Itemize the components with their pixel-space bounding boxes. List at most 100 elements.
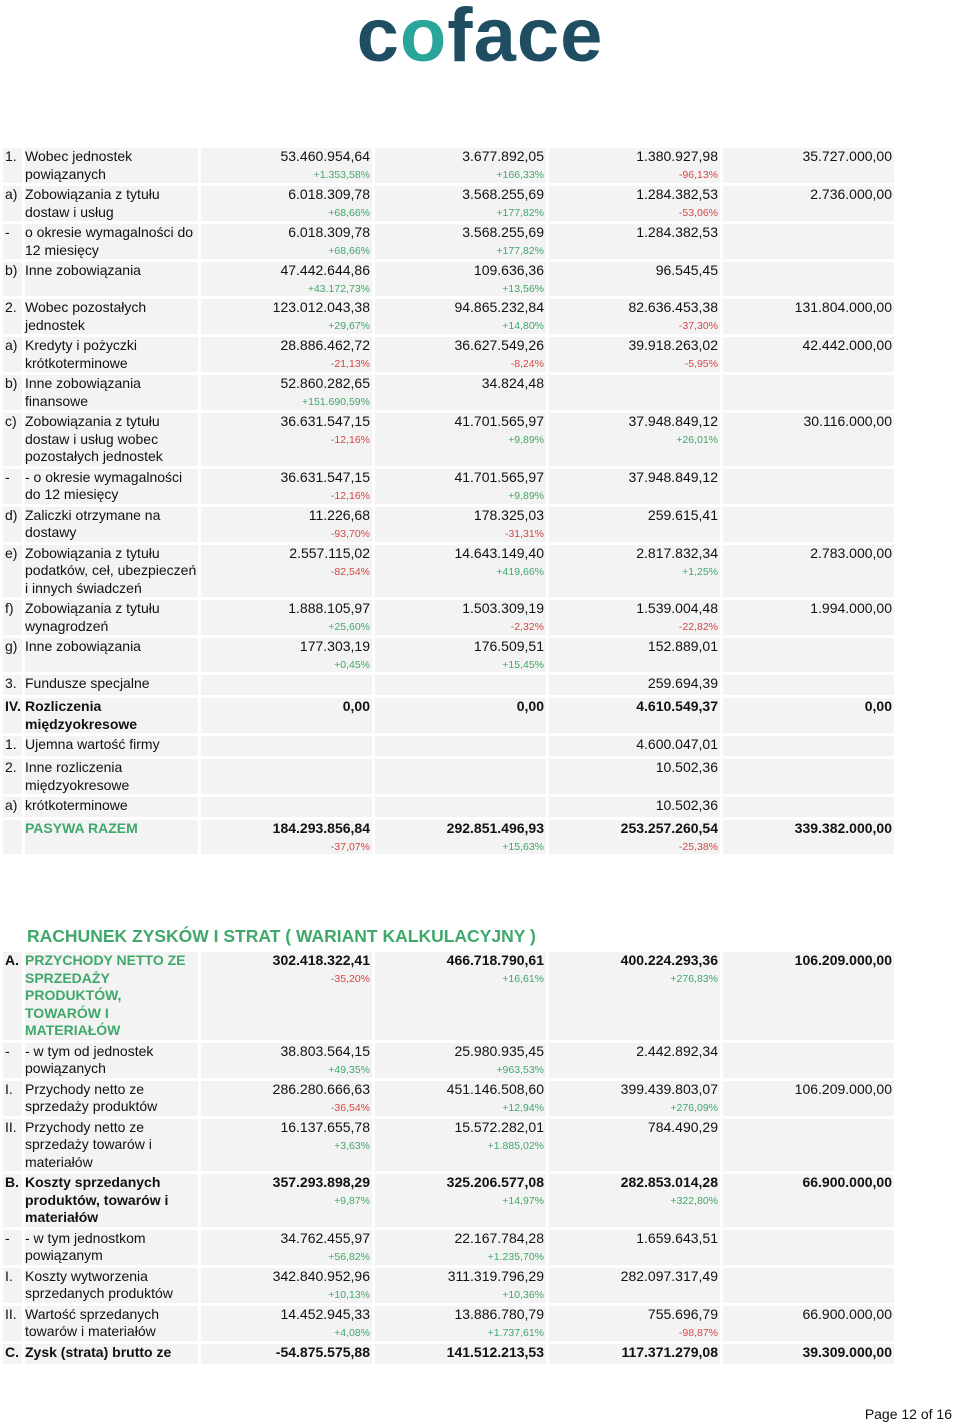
section-title: RACHUNEK ZYSKÓW I STRAT ( WARIANT KALKUL… <box>27 926 536 946</box>
amount: 0,00 <box>864 698 892 714</box>
value-cell: 37.948.849,12 <box>549 468 723 507</box>
value-cell: 259.615,41 <box>549 506 723 545</box>
value-cell: 41.701.565,97 +9,89% <box>375 413 549 469</box>
change-percent: +276,83% <box>670 973 718 985</box>
row-marker: I. <box>3 1080 25 1119</box>
table-row: 1. Wobec jednostek powiązanych 53.460.954,… <box>3 148 897 186</box>
row-label: Zobowiązania z tytułu podatków, ceł, ube… <box>25 544 201 600</box>
amount: 339.382.000,00 <box>794 820 892 836</box>
amount: 41.701.565,97 <box>454 468 544 485</box>
table-row: C. Zysk (strata) brutto ze -54.875.575,88 1… <box>3 1343 897 1367</box>
amount: 10.502,36 <box>655 759 718 775</box>
value-cell <box>201 736 375 759</box>
value-cell: 35.727.000,00 <box>723 148 897 186</box>
row-marker: b) <box>3 262 25 299</box>
row-marker: B. <box>3 1174 25 1230</box>
value-cell: 39.918.263,02 -5,95% <box>549 337 723 375</box>
value-cell: 253.257.260,54 -25,38% <box>549 820 723 857</box>
table-row: A. PRZYCHODY NETTO ZE SPRZEDAŻY PRODUKTÓW… <box>3 952 897 1043</box>
value-cell: 14.643.149,40 +419,66% <box>375 544 549 600</box>
change-percent: +15,63% <box>502 841 544 853</box>
change-percent: +419,66% <box>496 565 544 578</box>
value-cell: 292.851.496,93 +15,63% <box>375 820 549 857</box>
value-cell: 6.018.309,78 +68,66% <box>201 224 375 262</box>
row-marker: c) <box>3 413 25 469</box>
amount: 109.636,36 <box>473 262 544 278</box>
change-percent: -25,38% <box>678 841 718 853</box>
change-percent: +9,87% <box>334 1195 370 1207</box>
row-label: Wartość sprzedanych towarów i materiałów <box>25 1305 201 1344</box>
amount: 131.804.000,00 <box>794 299 892 315</box>
value-cell <box>723 1042 897 1081</box>
change-percent <box>549 279 718 282</box>
value-cell <box>723 468 897 507</box>
change-percent <box>201 759 370 762</box>
amount: 141.512.213,53 <box>446 1343 544 1360</box>
value-cell: 302.418.322,41 -35,20% <box>201 952 375 1043</box>
change-percent: -2,32% <box>510 621 544 633</box>
value-cell: 0,00 <box>375 698 549 736</box>
change-percent <box>549 1285 718 1288</box>
row-marker: 1. <box>3 736 25 759</box>
row-label: krótkoterminowe <box>25 797 201 820</box>
amount: 11.226,68 <box>308 506 370 523</box>
row-marker: - <box>3 468 25 507</box>
row-marker: d) <box>3 506 25 545</box>
value-cell: 1.659.643,51 <box>549 1229 723 1268</box>
value-cell: 1.539.004,48 -22,82% <box>549 600 723 638</box>
amount: 6.018.309,78 <box>288 224 370 240</box>
value-cell <box>723 736 897 759</box>
amount: 30.116.000,00 <box>803 413 893 429</box>
amount: 3.568.255,69 <box>462 186 544 202</box>
value-cell <box>723 675 897 698</box>
amount: 34.824,48 <box>481 375 544 391</box>
value-cell: 16.137.655,78 +3,63% <box>201 1118 375 1174</box>
value-cell <box>201 759 375 797</box>
change-percent: +9,89% <box>508 434 544 446</box>
row-marker: a) <box>3 797 25 820</box>
row-label: Koszty wytworzenia sprzedanych produktów <box>25 1267 201 1306</box>
value-cell <box>549 375 723 413</box>
change-percent <box>549 692 718 695</box>
value-cell: 3.568.255,69 +177,82% <box>375 224 549 262</box>
amount: 94.865.232,84 <box>454 299 544 315</box>
amount: 1.380.927,98 <box>636 148 718 164</box>
amount: 1.888.105,97 <box>288 600 370 616</box>
change-percent: +68,66% <box>328 207 370 219</box>
amount: 1.503.309,19 <box>462 600 544 616</box>
amount: 36.627.549,26 <box>454 337 544 353</box>
table-row: -- o okresie wymagalności do 12 miesięcy… <box>3 468 897 507</box>
value-cell: -54.875.575,88 <box>201 1343 375 1367</box>
row-label: Wobec jednostek powiązanych <box>25 148 201 186</box>
amount: 36.631.547,15 <box>280 413 370 429</box>
change-percent: +26,01% <box>676 434 718 446</box>
amount: 3.568.255,69 <box>462 224 544 240</box>
row-label: Przychody netto ze sprzedaży towarów i m… <box>25 1118 201 1174</box>
value-cell: 106.209.000,00 <box>723 1080 897 1119</box>
row-marker: a) <box>3 186 25 224</box>
value-cell: 3.677.892,05 +166,33% <box>375 148 549 186</box>
value-cell: 2.736.000,00 <box>723 186 897 224</box>
amount: 96.545,45 <box>655 262 718 278</box>
amount: 2.783.000,00 <box>810 544 892 561</box>
change-percent: -35,20% <box>330 973 370 985</box>
table-row: 1. Ujemna wartość firmy 4.600.047,01 <box>3 736 897 759</box>
value-cell <box>723 262 897 299</box>
change-percent <box>549 655 718 658</box>
value-cell <box>723 1267 897 1306</box>
value-cell: 131.804.000,00 <box>723 299 897 337</box>
amount: 0,00 <box>342 698 370 714</box>
value-cell: 466.718.790,61 +16,61% <box>375 952 549 1043</box>
row-marker: - <box>3 224 25 262</box>
value-cell: 4.600.047,01 <box>549 736 723 759</box>
amount: 4.610.549,37 <box>636 698 718 714</box>
amount: 755.696,79 <box>647 1305 718 1322</box>
amount: 106.209.000,00 <box>794 952 892 968</box>
change-percent: +1.353,58% <box>313 169 370 181</box>
row-marker: f) <box>3 600 25 638</box>
change-percent: +276,09% <box>670 1101 718 1114</box>
change-percent <box>375 736 544 739</box>
table-row: I. Koszty wytworzenia sprzedanych produkt… <box>3 1267 897 1306</box>
amount: 259.615,41 <box>647 506 718 523</box>
table-row: d) Zaliczki otrzymane na dostawy 11.226,68… <box>3 506 897 545</box>
